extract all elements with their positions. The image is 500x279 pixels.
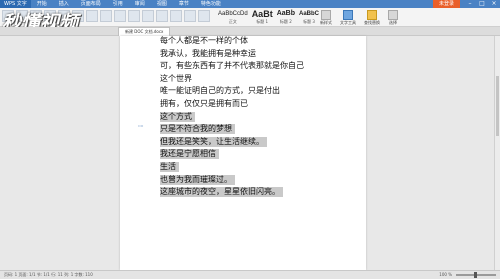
style-gallery: AaBbCcDd 正文 AaBt 标题 1 AaBb 标题 2 AaBbC 标题… [218,9,319,24]
document-line[interactable]: 这座城市的夜空，星星依旧闪亮。 [160,187,283,198]
style-sample: AaBbCcDd [218,11,248,17]
new-style-button[interactable]: 新样式 [320,10,332,26]
ribbon-tools: 新样式 文字工具 查找替换 选择 [320,10,398,26]
style-normal[interactable]: AaBbCcDd 正文 [218,9,248,24]
style-sample: AaBbC [298,11,319,17]
scrollbar-thumb[interactable] [496,76,499,136]
text-tool-icon [343,10,353,20]
document-line[interactable]: 每个人都是不一样的个体 [160,36,248,46]
document-line[interactable]: 拥有，仅仅只是拥有而已 [160,99,248,109]
document-line[interactable]: 也曾为我而璀璨过。 [160,174,235,185]
select-button[interactable]: 选择 [388,10,398,26]
underline-icon[interactable] [100,10,112,22]
minimize-button[interactable]: – [464,0,476,8]
document-line[interactable]: 可，有些东西有了并不代表那就是你自己 [160,61,304,71]
tab-references[interactable]: 引用 [107,0,129,8]
italic-icon[interactable] [86,10,98,22]
align-center-icon[interactable] [128,10,140,22]
style-caption: 标题 2 [279,19,292,24]
align-left-icon[interactable] [114,10,126,22]
style-heading-1[interactable]: AaBt 标题 1 [252,9,273,24]
document-line[interactable]: 我承认，我能拥有是种幸运 [160,49,256,59]
maximize-icon: □ [479,0,485,7]
menu-bar: WPS 文字 开始 插入 页面布局 引用 审阅 视图 章节 特色功能 [0,0,227,8]
numbering-icon[interactable] [170,10,182,22]
tab-page-layout[interactable]: 页面布局 [75,0,107,8]
style-caption: 标题 1 [256,19,269,24]
document-tab-bar: 新建 DOC 文档.docx [0,27,500,36]
style-caption: 正文 [228,19,237,24]
text-tool-label: 文字工具 [340,20,356,25]
document-line[interactable]: 生活 [160,162,179,172]
document-line[interactable]: 这个方式 [160,111,195,122]
tab-view[interactable]: 视图 [151,0,173,8]
close-icon: × [491,0,497,7]
select-label: 选择 [389,20,397,25]
document-tab[interactable]: 新建 DOC 文档.docx [118,27,171,36]
document-line[interactable]: 只是不符合我的梦想 [160,124,235,135]
find-replace-icon [367,10,377,20]
style-heading-3[interactable]: AaBbC 标题 3 [299,9,319,24]
close-button[interactable]: × [488,0,500,8]
document-line[interactable]: 唯一能证明自己的方式，只是付出 [160,86,280,96]
find-replace-label: 查找替换 [364,20,380,25]
line-spacing-icon[interactable] [198,10,210,22]
select-icon [388,10,398,20]
maximize-button[interactable]: □ [476,0,488,8]
text-tool-button[interactable]: 文字工具 [340,10,356,26]
app-menu-button[interactable]: WPS 文字 [0,0,31,8]
vertical-scrollbar[interactable] [494,36,500,270]
tab-review[interactable]: 审阅 [129,0,151,8]
style-heading-2[interactable]: AaBb 标题 2 [277,9,295,24]
new-style-icon [321,10,331,20]
bullets-icon[interactable] [156,10,168,22]
document-line[interactable]: 这个世界 [160,74,192,84]
tab-home[interactable]: 开始 [31,0,53,8]
paragraph-marker-icon: ▫▫ [138,123,144,128]
style-sample: AaBb [276,10,295,17]
align-right-icon[interactable] [142,10,154,22]
login-button[interactable]: 未登录 [432,0,460,8]
document-line[interactable]: 我还是宁愿相信 [160,149,219,160]
tab-chapter[interactable]: 章节 [173,0,195,8]
document-line[interactable]: 但我还是笑笑，让生活继续。 [160,136,267,147]
zoom-slider-thumb[interactable] [474,272,477,278]
tab-special[interactable]: 特色功能 [195,0,227,8]
style-caption: 标题 3 [303,19,315,24]
minimize-icon: – [468,0,472,7]
tab-insert[interactable]: 插入 [53,0,75,8]
window-controls: 未登录 – □ × [432,0,500,8]
style-sample: AaBt [251,9,273,19]
zoom-slider[interactable] [456,272,496,278]
indent-icon[interactable] [184,10,196,22]
find-replace-button[interactable]: 查找替换 [364,10,380,26]
new-style-label: 新样式 [320,20,332,25]
